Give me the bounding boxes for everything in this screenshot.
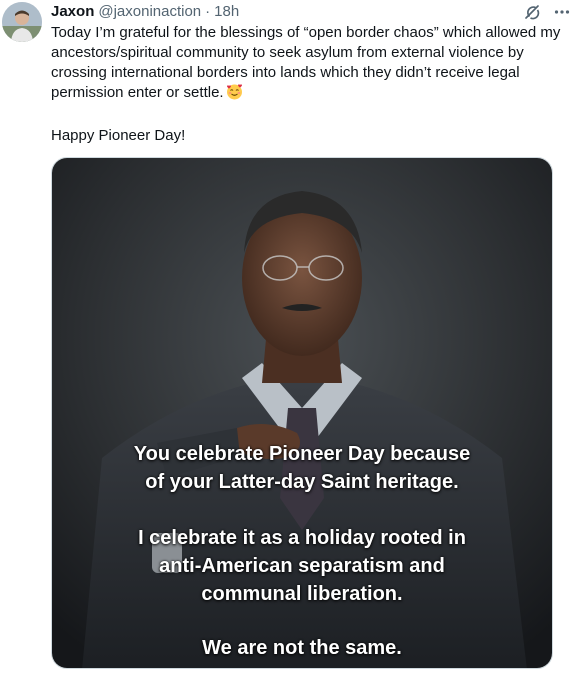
caption-line: You celebrate Pioneer Day because bbox=[133, 443, 471, 465]
header-actions bbox=[523, 2, 571, 22]
tweet-paragraph-1: Today I’m grateful for the blessings of … bbox=[51, 24, 561, 101]
caption-line: anti-American separatism and bbox=[159, 555, 445, 577]
separator-dot: · bbox=[205, 3, 211, 20]
caption-line: communal liberation. bbox=[201, 583, 403, 605]
timestamp[interactable]: 18h bbox=[214, 2, 239, 22]
caption-block-3: We are not the same. bbox=[52, 634, 552, 662]
tweet-image[interactable]: You celebrate Pioneer Day because of you… bbox=[51, 157, 553, 669]
display-name[interactable]: Jaxon bbox=[51, 2, 94, 22]
tweet: Jaxon @jaxoninaction · 18h Today I’m gra… bbox=[0, 0, 581, 675]
caption-line: of your Latter-day Saint heritage. bbox=[145, 471, 459, 493]
smiling-face-with-hearts-emoji-icon bbox=[226, 83, 243, 100]
more-icon[interactable] bbox=[553, 3, 571, 21]
tweet-header: Jaxon @jaxoninaction · 18h bbox=[51, 2, 571, 22]
caption-line: We are not the same. bbox=[202, 637, 402, 659]
caption-line: I celebrate it as a holiday rooted in bbox=[138, 527, 466, 549]
tweet-paragraph-2: Happy Pioneer Day! bbox=[51, 127, 186, 144]
tweet-text: Today I’m grateful for the blessings of … bbox=[51, 23, 577, 103]
user-handle[interactable]: @jaxoninaction bbox=[98, 2, 201, 22]
caption-block-1: You celebrate Pioneer Day because of you… bbox=[52, 440, 552, 496]
avatar[interactable] bbox=[2, 2, 42, 42]
caption-block-2: I celebrate it as a holiday rooted in an… bbox=[52, 524, 552, 608]
grok-icon[interactable] bbox=[523, 3, 541, 21]
